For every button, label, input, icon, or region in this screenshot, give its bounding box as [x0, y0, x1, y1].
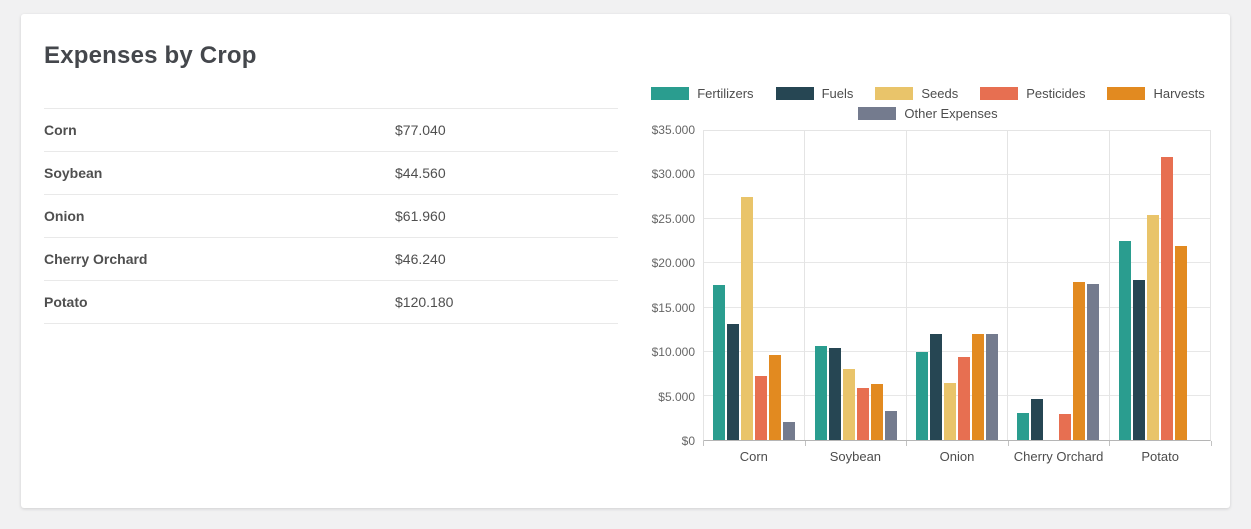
bar-other-expenses-cherry-orchard[interactable] — [1087, 284, 1099, 440]
bar-harvests-soybean[interactable] — [871, 384, 883, 441]
x-axis-label-cherry-orchard: Cherry Orchard — [1008, 449, 1110, 464]
bar-fuels-cherry-orchard[interactable] — [1031, 399, 1043, 440]
crop-amount: $77.040 — [395, 122, 618, 138]
legend-swatch-pesticides — [980, 87, 1018, 100]
legend-item-pesticides[interactable]: Pesticides — [980, 86, 1085, 101]
crop-name: Cherry Orchard — [44, 251, 395, 267]
legend-item-seeds[interactable]: Seeds — [875, 86, 958, 101]
y-axis: $0$5.000$10.000$15.000$20.000$25.000$30.… — [645, 130, 695, 441]
bar-group-soybean — [805, 131, 906, 440]
bar-other-expenses-onion[interactable] — [986, 334, 998, 440]
crop-amount: $120.180 — [395, 294, 618, 310]
legend-swatch-harvests — [1107, 87, 1145, 100]
y-axis-tick: $30.000 — [645, 168, 695, 180]
bar-fertilizers-corn[interactable] — [713, 285, 725, 440]
legend-label: Pesticides — [1026, 86, 1085, 101]
crop-name: Corn — [44, 122, 395, 138]
legend-label: Fertilizers — [697, 86, 753, 101]
table-row-cherry-orchard[interactable]: Cherry Orchard$46.240 — [44, 238, 618, 281]
legend-label: Seeds — [921, 86, 958, 101]
bar-harvests-potato[interactable] — [1175, 246, 1187, 440]
bar-pesticides-cherry-orchard[interactable] — [1059, 414, 1071, 440]
bar-fuels-corn[interactable] — [727, 324, 739, 440]
x-axis-tickmark — [906, 441, 907, 446]
bar-fertilizers-onion[interactable] — [916, 352, 928, 440]
bar-seeds-corn[interactable] — [741, 197, 753, 440]
y-axis-tick: $25.000 — [645, 213, 695, 225]
y-axis-tick: $5.000 — [645, 391, 695, 403]
x-axis-label-soybean: Soybean — [805, 449, 907, 464]
x-axis-tickmark — [703, 441, 704, 446]
bar-pesticides-onion[interactable] — [958, 357, 970, 440]
bar-fuels-onion[interactable] — [930, 334, 942, 440]
crop-name: Potato — [44, 294, 395, 310]
legend-item-fertilizers[interactable]: Fertilizers — [651, 86, 753, 101]
bar-pesticides-corn[interactable] — [755, 376, 767, 440]
crop-amount: $61.960 — [395, 208, 618, 224]
x-axis-label-onion: Onion — [906, 449, 1008, 464]
legend-row-1: Fertilizers Fuels Seeds Pesticides Harvests — [645, 86, 1211, 101]
bar-fuels-soybean[interactable] — [829, 348, 841, 440]
bar-pesticides-potato[interactable] — [1161, 157, 1173, 440]
crop-amount: $44.560 — [395, 165, 618, 181]
expenses-chart: FertilizersFuelsSeedsPesticidesHarvests … — [645, 86, 1211, 464]
bar-group-potato — [1110, 131, 1210, 440]
crop-expenses-table: Corn$77.040Soybean$44.560Onion$61.960Che… — [44, 108, 618, 324]
bar-fertilizers-potato[interactable] — [1119, 241, 1131, 440]
legend-swatch-other-expenses — [858, 107, 896, 120]
x-axis: CornSoybeanOnionCherry OrchardPotato — [703, 441, 1211, 464]
legend-swatch-fuels — [776, 87, 814, 100]
legend-label: Fuels — [822, 86, 854, 101]
x-axis-tickmark — [1109, 441, 1110, 446]
legend-item-other-expenses[interactable]: Other Expenses — [858, 106, 997, 121]
plot-wrap: $0$5.000$10.000$15.000$20.000$25.000$30.… — [703, 130, 1211, 441]
x-axis-label-corn: Corn — [703, 449, 805, 464]
table-row-potato[interactable]: Potato$120.180 — [44, 281, 618, 324]
crop-amount: $46.240 — [395, 251, 618, 267]
legend-label: Other Expenses — [904, 106, 997, 121]
bar-harvests-onion[interactable] — [972, 334, 984, 440]
y-axis-tick: $10.000 — [645, 346, 695, 358]
chart-legend: FertilizersFuelsSeedsPesticidesHarvests … — [645, 86, 1211, 121]
bar-fertilizers-cherry-orchard[interactable] — [1017, 413, 1029, 440]
plot-area — [703, 130, 1211, 441]
legend-item-harvests[interactable]: Harvests — [1107, 86, 1204, 101]
legend-item-fuels[interactable]: Fuels — [776, 86, 854, 101]
x-axis-tickmark — [805, 441, 806, 446]
x-axis-label-potato: Potato — [1109, 449, 1211, 464]
bar-other-expenses-corn[interactable] — [783, 422, 795, 440]
bar-group-corn — [704, 131, 805, 440]
bar-seeds-onion[interactable] — [944, 383, 956, 440]
y-axis-tick: $0 — [645, 435, 695, 447]
legend-swatch-seeds — [875, 87, 913, 100]
bar-group-onion — [907, 131, 1008, 440]
table-row-corn[interactable]: Corn$77.040 — [44, 108, 618, 152]
bar-pesticides-soybean[interactable] — [857, 388, 869, 440]
crop-name: Onion — [44, 208, 395, 224]
bar-other-expenses-soybean[interactable] — [885, 411, 897, 440]
bar-fertilizers-soybean[interactable] — [815, 346, 827, 440]
bar-harvests-cherry-orchard[interactable] — [1073, 282, 1085, 440]
bar-harvests-corn[interactable] — [769, 355, 781, 440]
y-axis-tick: $20.000 — [645, 257, 695, 269]
bar-seeds-soybean[interactable] — [843, 369, 855, 440]
bar-seeds-potato[interactable] — [1147, 215, 1159, 440]
bar-fuels-potato[interactable] — [1133, 280, 1145, 440]
table-row-onion[interactable]: Onion$61.960 — [44, 195, 618, 238]
legend-row-2: Other Expenses — [645, 106, 1211, 121]
legend-label: Harvests — [1153, 86, 1204, 101]
x-axis-tickmark — [1211, 441, 1212, 446]
table-row-soybean[interactable]: Soybean$44.560 — [44, 152, 618, 195]
expenses-by-crop-panel: Expenses by Crop Corn$77.040Soybean$44.5… — [21, 14, 1230, 508]
x-axis-tickmark — [1008, 441, 1009, 446]
y-axis-tick: $15.000 — [645, 302, 695, 314]
y-axis-tick: $35.000 — [645, 124, 695, 136]
bar-group-cherry-orchard — [1008, 131, 1109, 440]
panel-title: Expenses by Crop — [44, 42, 257, 70]
legend-swatch-fertilizers — [651, 87, 689, 100]
crop-name: Soybean — [44, 165, 395, 181]
